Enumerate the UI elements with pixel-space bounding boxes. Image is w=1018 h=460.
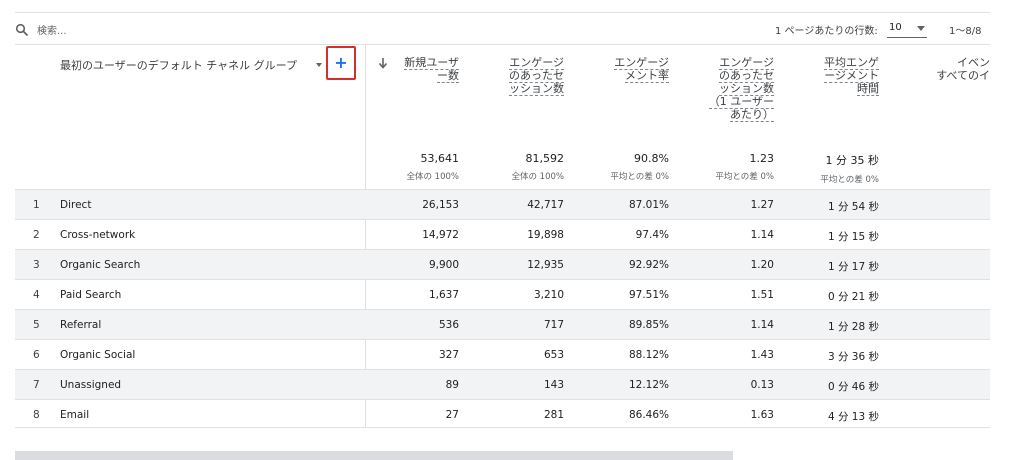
row-label[interactable]: Organic Search: [60, 259, 140, 271]
cell-engaged-sessions-per-user: 1.51: [750, 289, 774, 301]
table-row[interactable]: 2 Cross-network 14,972 19,898 97.4% 1.14…: [15, 220, 990, 250]
cell-engagement-rate: 89.85%: [628, 319, 669, 331]
cell-engagement-rate: 86.46%: [628, 409, 669, 421]
cell-engagement-rate: 87.01%: [628, 199, 669, 211]
cell-new-users: 26,153: [422, 199, 459, 211]
row-label[interactable]: Referral: [60, 319, 101, 331]
cell-avg-engagement-time: 0 分 46 秒: [827, 381, 879, 393]
cell-engaged-sessions-per-user: 1.14: [750, 319, 774, 331]
cell-engagement-rate: 12.12%: [628, 379, 669, 391]
horizontal-scrollbar[interactable]: [15, 451, 733, 460]
table-row[interactable]: 6 Organic Social 327 653 88.12% 1.43 3 分…: [15, 340, 990, 370]
cell-avg-engagement-time: 1 分 15 秒: [827, 231, 879, 243]
column-header-event-count[interactable]: イベン すべてのイ: [925, 56, 990, 82]
row-label[interactable]: Cross-network: [60, 229, 135, 241]
row-index: 7: [33, 379, 40, 391]
table-row[interactable]: 8 Email 27 281 86.46% 1.63 4 分 13 秒: [15, 400, 990, 430]
row-label[interactable]: Email: [60, 409, 89, 421]
dimension-header[interactable]: 最初のユーザーのデフォルト チャネル グループ: [60, 57, 297, 73]
pagination-text: 1〜8/8: [949, 26, 982, 37]
cell-new-users: 327: [438, 349, 459, 361]
sort-descending-icon[interactable]: [378, 57, 388, 69]
cell-engaged-sessions: 42,717: [527, 199, 564, 211]
cell-engaged-sessions-per-user: 1.20: [750, 259, 774, 271]
cell-engaged-sessions: 653: [543, 349, 564, 361]
cell-engaged-sessions-per-user: 0.13: [750, 379, 774, 391]
cell-engaged-sessions: 19,898: [527, 229, 564, 241]
cell-new-users: 27: [445, 409, 459, 421]
column-header-engaged-sessions-per-user[interactable]: エンゲージ のあったセ ッション数 （1 ユーザー あたり）: [700, 56, 774, 122]
add-dimension-button[interactable]: +: [326, 46, 356, 80]
row-label[interactable]: Direct: [60, 199, 91, 211]
chevron-down-icon: [917, 26, 925, 31]
cell-engaged-sessions-per-user: 1.14: [750, 229, 774, 241]
total-engagement-rate: 90.8% 平均との差 0%: [610, 152, 669, 182]
column-header-avg-engagement-time[interactable]: 平均エンゲ ージメント 時間: [815, 56, 879, 96]
row-index: 5: [33, 319, 40, 331]
search-input[interactable]: 検索...: [37, 22, 67, 37]
rows-per-page-label: 1 ページあたりの行数:: [775, 26, 878, 37]
cell-avg-engagement-time: 3 分 36 秒: [827, 351, 879, 363]
row-index: 4: [33, 289, 40, 301]
cell-avg-engagement-time: 1 分 54 秒: [827, 201, 879, 213]
table-row[interactable]: 7 Unassigned 89 143 12.12% 0.13 0 分 46 秒: [15, 370, 990, 400]
cell-new-users: 536: [438, 319, 459, 331]
rows-per-page-select[interactable]: 10: [887, 19, 927, 38]
cell-avg-engagement-time: 0 分 21 秒: [827, 291, 879, 303]
total-new-users: 53,641 全体の 100%: [406, 152, 459, 182]
cell-engaged-sessions: 143: [543, 379, 564, 391]
total-avg-engagement-time: 1 分 35 秒 平均との差 0%: [820, 154, 879, 185]
cell-new-users: 1,637: [428, 289, 459, 301]
table-row[interactable]: 5 Referral 536 717 89.85% 1.14 1 分 28 秒: [15, 310, 990, 340]
table-row[interactable]: 4 Paid Search 1,637 3,210 97.51% 1.51 0 …: [15, 280, 990, 310]
row-index: 8: [33, 409, 40, 421]
table-toolbar: 検索... 1 ページあたりの行数: 10 1〜8/8: [15, 14, 990, 44]
column-header-engaged-sessions[interactable]: エンゲージ のあったセ ッション数: [500, 56, 564, 96]
cell-engaged-sessions: 281: [543, 409, 564, 421]
cell-engaged-sessions: 12,935: [527, 259, 564, 271]
cell-engaged-sessions-per-user: 1.63: [750, 409, 774, 421]
column-header-engagement-rate[interactable]: エンゲージ メント率: [605, 56, 669, 83]
cell-avg-engagement-time: 1 分 17 秒: [827, 261, 879, 273]
table-bottom-divider: [15, 427, 990, 428]
plus-icon: +: [334, 53, 348, 72]
row-label[interactable]: Organic Social: [60, 349, 135, 361]
total-engaged-sessions: 81,592 全体の 100%: [511, 152, 564, 182]
rows-per-page-value: 10: [889, 22, 902, 33]
cell-engaged-sessions-per-user: 1.27: [750, 199, 774, 211]
cell-engagement-rate: 92.92%: [628, 259, 669, 271]
cell-engagement-rate: 97.51%: [628, 289, 669, 301]
row-index: 6: [33, 349, 40, 361]
cell-engaged-sessions: 3,210: [533, 289, 564, 301]
table-row[interactable]: 1 Direct 26,153 42,717 87.01% 1.27 1 分 5…: [15, 190, 990, 220]
table-row[interactable]: 3 Organic Search 9,900 12,935 92.92% 1.2…: [15, 250, 990, 280]
row-index: 2: [33, 229, 40, 241]
cell-engaged-sessions: 717: [543, 319, 564, 331]
cell-engagement-rate: 97.4%: [635, 229, 669, 241]
cell-new-users: 9,900: [428, 259, 459, 271]
top-divider: [15, 12, 990, 13]
total-engaged-sessions-per-user: 1.23 平均との差 0%: [715, 152, 774, 182]
cell-engaged-sessions-per-user: 1.43: [750, 349, 774, 361]
row-index: 1: [33, 199, 40, 211]
row-index: 3: [33, 259, 40, 271]
dimension-dropdown-icon[interactable]: [316, 63, 322, 67]
cell-new-users: 89: [445, 379, 459, 391]
column-header-new-users[interactable]: 新規ユーザ ー数: [395, 56, 459, 83]
cell-avg-engagement-time: 4 分 13 秒: [827, 411, 879, 423]
search-icon[interactable]: [15, 23, 29, 37]
row-label[interactable]: Paid Search: [60, 289, 121, 301]
row-label[interactable]: Unassigned: [60, 379, 121, 391]
header-top-divider: [15, 44, 990, 45]
cell-new-users: 14,972: [422, 229, 459, 241]
cell-avg-engagement-time: 1 分 28 秒: [827, 321, 879, 333]
cell-engagement-rate: 88.12%: [628, 349, 669, 361]
